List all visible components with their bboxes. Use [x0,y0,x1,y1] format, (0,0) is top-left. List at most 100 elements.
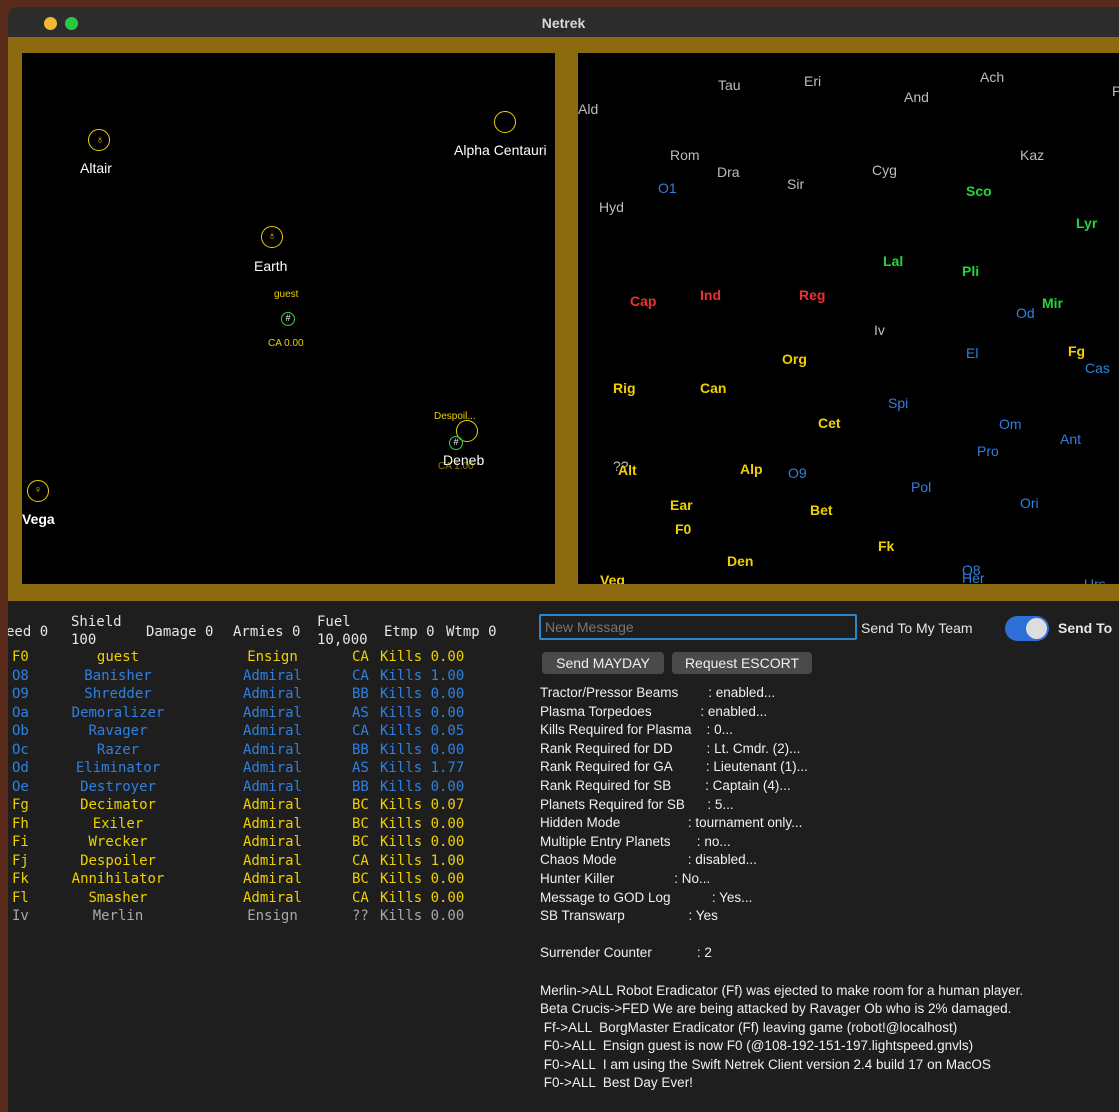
galactic-planet-13[interactable]: Hyd [599,199,624,215]
send-mayday-button[interactable]: Send MAYDAY [542,652,664,674]
fuel-label: Fuel [317,614,351,630]
galactic-planet-26[interactable]: Cas [1085,360,1110,376]
galactic-planet-19[interactable]: Cap [630,293,656,309]
player-kills: Kills 0.00 [380,649,465,665]
player-row[interactable]: Fl Smasher Admiral CA Kills 0.00 [8,890,528,909]
player-id: Od [12,760,29,776]
send-to-toggle[interactable] [1005,616,1049,641]
galactic-planet-36[interactable]: Alp [740,461,763,477]
player-ship-type: AS [352,704,369,721]
galactic-planet-43[interactable]: Fk [878,538,894,554]
galactic-planet-38[interactable]: Pol [911,479,931,495]
player-name: Banisher [84,667,152,684]
galactic-planet-9[interactable]: Cyg [872,162,897,178]
galactic-planet-12[interactable]: Sco [966,183,992,199]
galactic-planet-22[interactable]: Iv [874,322,885,338]
planet-alpha-centauri-icon[interactable] [494,111,516,133]
player-row[interactable]: Fi Wrecker Admiral BC Kills 0.00 [8,834,528,853]
galactic-planet-7[interactable]: Kaz [1020,147,1044,163]
galactic-planet-33[interactable]: Pro [977,443,999,459]
info-line: F0->ALL Ensign guest is now F0 (@108-192… [540,1038,974,1054]
player-row[interactable]: Od Eliminator Admiral AS Kills 1.77 [8,760,528,779]
galactic-planet-42[interactable]: F0 [675,521,691,537]
galactic-planet-17[interactable]: Ind [700,287,721,303]
player-ship-type: CA [352,649,369,665]
info-line: Rank Required for SB : Captain (4)... [540,777,791,793]
galactic-planet-30[interactable]: Cet [818,415,841,431]
player-name: Eliminator [75,760,161,776]
galactic-planet-47[interactable]: Her [962,570,985,584]
galactic-planet-37[interactable]: O9 [788,465,807,481]
galactic-planet-40[interactable]: Bet [810,502,833,518]
galactic-planet-3[interactable]: Ach [980,69,1004,85]
player-kills: Kills 0.07 [380,797,465,813]
galactic-planet-32[interactable]: Ant [1060,431,1081,447]
player-kills: Kills 1.00 [380,667,465,684]
galactic-planet-44[interactable]: Den [727,553,753,569]
galactic-planet-6[interactable]: Rom [670,147,700,163]
player-row[interactable]: Oa Demoralizer Admiral AS Kills 0.00 [8,705,528,724]
galactic-planet-21[interactable]: Od [1016,305,1035,321]
player-row[interactable]: F0 guest Ensign CA Kills 0.00 [8,649,528,668]
player-row[interactable]: Fk Annihilator Admiral BC Kills 0.00 [8,871,528,890]
planet-vega-glyph-icon: ♀ [33,484,43,496]
player-name: Exiler [92,815,144,832]
galactic-planet-28[interactable]: Can [700,380,726,396]
galactic-planet-25[interactable]: Org [782,351,807,367]
request-escort-button[interactable]: Request ESCORT [672,652,812,674]
info-line: Planets Required for SB : 5... [540,796,734,812]
player-ship-type: BC [352,815,369,832]
info-line: Chaos Mode : disabled... [540,852,757,868]
galactic-planet-2[interactable]: And [904,89,929,105]
galactic-planet-27[interactable]: Rig [613,380,636,396]
player-row[interactable]: Ob Ravager Admiral CA Kills 0.05 [8,723,528,742]
galactic-planet-11[interactable]: Sir [787,176,804,192]
etmp-readout: Etmp 0 [384,624,435,640]
player-kills: Kills 0.00 [380,834,465,850]
player-row[interactable]: Fj Despoiler Admiral CA Kills 1.00 [8,853,528,872]
player-id: Ob [12,723,29,739]
info-line [540,964,1115,983]
galactic-planet-29[interactable]: Spi [888,395,908,411]
damage-readout: Damage 0 [146,624,214,640]
player-row[interactable]: Fh Exiler Admiral BC Kills 0.00 [8,816,528,835]
galactic-planet-41[interactable]: Ori [1020,495,1039,511]
player-rank: Admiral [242,889,302,906]
player-rank: Admiral [242,704,302,721]
galactic-planet-31[interactable]: Om [999,416,1022,432]
galactic-planet-0[interactable]: Tau [718,77,741,93]
galactic-planet-10[interactable]: O1 [658,180,677,196]
galactic-planet-15[interactable]: Lal [883,253,903,269]
player-row[interactable]: Iv Merlin Ensign?? Kills 0.00 [8,908,528,927]
send-to-label: Send To [1058,620,1113,636]
galactic-planet-1[interactable]: Eri [804,73,821,89]
player-row[interactable]: O9 Shredder Admiral BB Kills 0.00 [8,686,528,705]
galactic-planet-20[interactable]: Mir [1042,295,1063,311]
message-input[interactable]: New Message [539,614,857,640]
galactic-planet-48[interactable]: Urs [1084,576,1106,584]
shield-label: Shield [71,614,122,630]
galactic-planet-45[interactable]: Veg [600,572,625,584]
player-row[interactable]: Oe Destroyer Admiral BB Kills 0.00 [8,779,528,798]
player-row[interactable]: O8 Banisher Admiral CA Kills 1.00 [8,668,528,687]
player-row[interactable]: Oc Razer Admiral BB Kills 0.00 [8,742,528,761]
player-row[interactable]: Fg Decimator Admiral BC Kills 0.07 [8,797,528,816]
galactic-planet-4[interactable]: Pra [1112,83,1119,99]
player-rank: Admiral [242,815,302,832]
ship-despoiler-icon[interactable]: # [449,436,463,450]
galactic-planet-5[interactable]: Ald [578,101,598,117]
player-kills: Kills 0.00 [380,741,465,758]
galactic-planet-8[interactable]: Dra [717,164,740,180]
galactic-planet-23[interactable]: Fg [1068,343,1085,359]
galactic-map[interactable]: Tau Eri And Ach Pra Ald Rom Kaz Dra Cyg O1 Sir Sco Hy… [578,53,1119,584]
galactic-planet-24[interactable]: El [966,345,978,361]
galactic-planet-16[interactable]: Pli [962,263,979,279]
galactic-planet-14[interactable]: Lyr [1076,215,1097,231]
galactic-planet-18[interactable]: Reg [799,287,825,303]
player-name: Demoralizer [71,704,165,721]
tactical-map[interactable]: ♁ Altair Alpha Centauri ♁ Earth guest # … [22,53,555,584]
galactic-planet-35[interactable]: Alt [618,462,637,478]
send-to-my-team-label: Send To My Team [861,620,973,636]
ship-guest-icon[interactable]: # [281,312,295,326]
galactic-planet-39[interactable]: Ear [670,497,693,513]
